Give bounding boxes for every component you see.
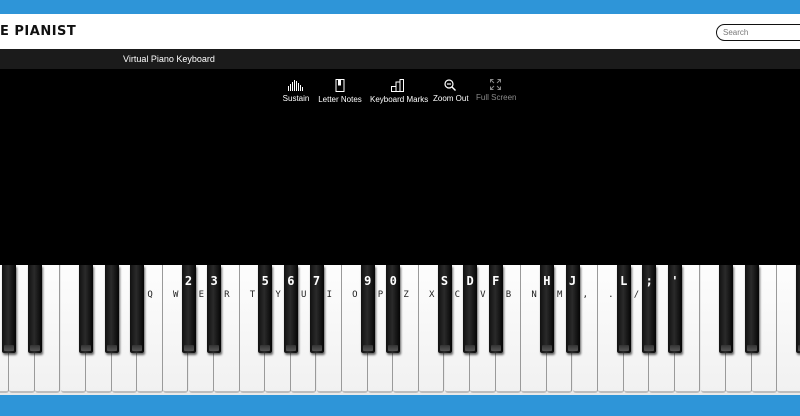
black-key-label: 2: [184, 274, 193, 288]
white-key-label: T: [249, 290, 256, 300]
black-key[interactable]: [104, 265, 119, 353]
white-key-label: ,: [582, 290, 588, 300]
white-key-label: E: [198, 290, 204, 300]
black-key[interactable]: J: [565, 265, 580, 353]
black-key[interactable]: [130, 265, 145, 353]
black-key-label: J: [568, 274, 577, 288]
white-key-label: I: [326, 290, 332, 300]
white-key-label: Y: [275, 290, 281, 300]
title-bar: Virtual Piano Keyboard: [0, 49, 800, 69]
full-screen-button[interactable]: Full Screen: [476, 79, 517, 102]
search-input[interactable]: [716, 24, 800, 41]
sustain-label: Sustain: [282, 94, 310, 103]
black-key[interactable]: 7: [309, 265, 324, 353]
black-key[interactable]: ': [667, 265, 682, 353]
black-key[interactable]: 5: [258, 265, 273, 353]
black-key[interactable]: 0: [386, 265, 401, 353]
piano-toolbar: Sustain Letter Notes Keyboard Marks Zoom…: [0, 79, 800, 109]
black-key-label: ;: [645, 274, 653, 288]
page-title: Virtual Piano Keyboard: [123, 54, 215, 64]
piano-stage: Sustain Letter Notes Keyboard Marks Zoom…: [0, 69, 800, 265]
black-key[interactable]: F: [488, 265, 503, 353]
note-letter-icon: [335, 79, 345, 92]
black-key[interactable]: [744, 265, 759, 353]
black-key-label: 7: [312, 274, 321, 288]
app-frame: E PIANIST Virtual Piano Keyboard Sustain: [0, 0, 800, 416]
white-key-label: V: [480, 290, 486, 300]
black-key[interactable]: [79, 265, 94, 353]
white-key-label: W: [172, 290, 179, 300]
black-key-label: 0: [389, 274, 397, 288]
black-key-label: S: [440, 274, 449, 288]
black-key-label: 3: [210, 274, 218, 288]
letter-notes-label: Letter Notes: [318, 95, 362, 104]
piano-keyboard: 2 3 5 6 7 9 0 S D F H J L; ' Q W E R T Y U I O P Z X C V B N M,. /: [0, 265, 800, 395]
black-key-label: L: [620, 274, 628, 288]
black-key[interactable]: [719, 265, 734, 353]
white-key-label: U: [300, 290, 307, 300]
black-key-label: H: [543, 274, 551, 288]
white-key-label: C: [454, 290, 460, 300]
black-key-label: 5: [261, 274, 269, 288]
sustain-button[interactable]: Sustain: [282, 79, 310, 103]
black-key[interactable]: ;: [642, 265, 657, 353]
black-key[interactable]: H: [539, 265, 554, 353]
white-key-label: .: [608, 290, 614, 300]
white-key-label: Q: [147, 290, 153, 300]
white-key-label: B: [505, 290, 512, 300]
black-key[interactable]: [795, 265, 800, 353]
black-key-label: 9: [364, 274, 372, 288]
white-key-label: M: [556, 290, 563, 300]
black-key[interactable]: S: [437, 265, 452, 353]
zoom-out-button[interactable]: Zoom Out: [433, 79, 469, 103]
zoom-out-label: Zoom Out: [433, 94, 469, 103]
black-key[interactable]: 6: [283, 265, 298, 353]
site-logo[interactable]: E PIANIST: [0, 24, 76, 39]
white-key-label: O: [352, 290, 358, 300]
white-key-label: R: [224, 290, 230, 300]
black-key[interactable]: 3: [207, 265, 222, 353]
white-key-label: N: [531, 290, 537, 300]
zoom-out-icon: [444, 79, 456, 91]
black-key[interactable]: D: [463, 265, 478, 353]
black-key-label: ': [671, 274, 679, 288]
keyboard-marks-label: Keyboard Marks: [370, 95, 429, 104]
keyboard-marks-button[interactable]: Keyboard Marks: [370, 79, 429, 104]
keyboard-marks-icon: [390, 79, 404, 92]
black-key[interactable]: 2: [181, 265, 196, 353]
bottom-band: [0, 395, 800, 416]
black-key-label: 6: [287, 274, 295, 288]
white-key-label: Z: [403, 290, 409, 300]
black-key[interactable]: [27, 265, 42, 353]
white-key-label: /: [633, 290, 640, 300]
letter-notes-button[interactable]: Letter Notes: [318, 79, 362, 104]
black-key-label: D: [466, 274, 474, 288]
full-screen-label: Full Screen: [476, 93, 517, 102]
sustain-bars-icon: [288, 80, 303, 91]
black-key-label: F: [492, 274, 500, 288]
white-key-label: X: [428, 290, 435, 300]
black-key[interactable]: [2, 265, 17, 353]
white-key-label: P: [377, 290, 384, 300]
black-key[interactable]: 9: [360, 265, 375, 353]
fullscreen-icon: [489, 79, 501, 90]
black-key[interactable]: L: [616, 265, 631, 353]
site-header: E PIANIST: [0, 14, 800, 49]
